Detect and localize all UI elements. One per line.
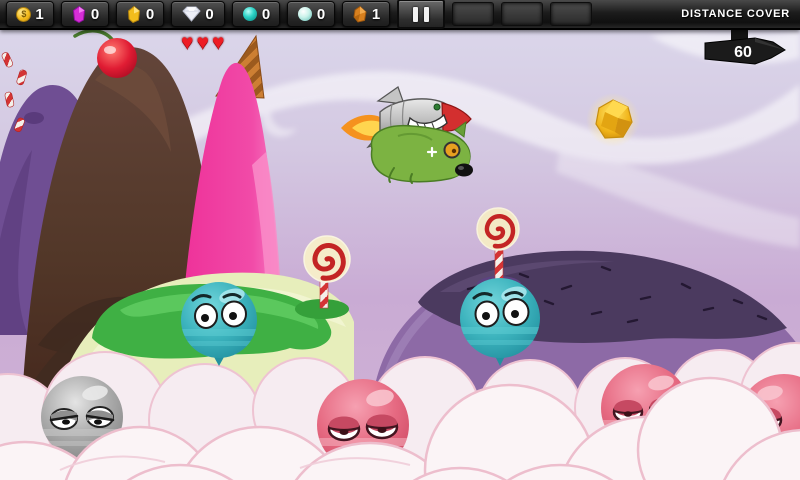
yellow-gem-icon [127,5,140,23]
pause-icon [413,6,418,22]
game-screen[interactable]: $ 1 0 0 0 0 0 1 DISTANCE COVER ♥ ♥ ♥ 60 [0,0,800,480]
heart-icon: ♥ [211,31,225,54]
coin-count: 1 [35,5,44,23]
dollar-coin-icon: $ [16,6,32,22]
empty-slot [452,2,494,26]
pause-icon [424,6,429,22]
distance-cover-label: DISTANCE COVER [681,8,790,20]
yellow-gem-count: 0 [145,5,155,23]
counter-cyan-orbs: 0 [232,1,280,27]
empty-slot [550,2,592,26]
orange-gem-count: 1 [371,5,381,23]
distance-badge: 60 [704,28,786,65]
game-world[interactable] [0,0,800,480]
distance-value: 60 [734,44,752,61]
counter-pale-orbs: 0 [287,1,335,27]
hud-bar: $ 1 0 0 0 0 0 1 DISTANCE COVER [0,0,800,30]
purple-gem-count: 0 [90,5,100,23]
cherry [97,38,137,78]
pause-button[interactable] [397,0,445,29]
rocket-eye [433,103,441,111]
counter-coins: $ 1 [6,1,54,27]
purple-gem-icon [72,5,85,23]
pig-body [370,120,473,184]
heart-icon: ♥ [196,31,209,54]
counter-orange-gems: 1 [342,1,390,27]
pale-orb-count: 0 [316,5,326,23]
diamond-icon [182,6,202,22]
gold-nugget [586,93,640,147]
lollipop [295,235,351,319]
counter-purple-gems: 0 [61,1,109,27]
pale-orb-icon [297,7,312,21]
heart-icon: ♥ [181,31,194,54]
diamond-count: 0 [205,5,214,23]
pig-eye [443,141,461,159]
cyan-orb-icon [242,7,257,21]
counter-diamonds: 0 [171,1,225,27]
lives-display: ♥ ♥ ♥ [181,32,224,53]
empty-slot [501,2,543,26]
orange-gem-icon [353,5,367,23]
cyan-orb-count: 0 [261,5,271,23]
pig-snout [455,163,473,177]
counter-yellow-gems: 0 [116,1,164,27]
